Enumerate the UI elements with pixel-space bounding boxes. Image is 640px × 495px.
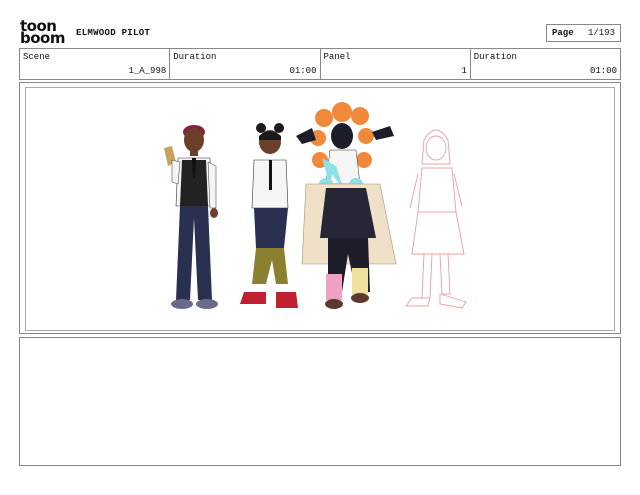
character-2 (240, 123, 298, 308)
scene-cell: Scene 1_A_998 (20, 49, 171, 79)
page-label: Page (552, 28, 574, 38)
panel-label: Panel (323, 52, 351, 62)
scene-label: Scene (23, 52, 51, 62)
panel-duration-value: 01:00 (589, 66, 617, 76)
panel-image-area (25, 87, 615, 331)
panel-duration-cell: Duration 01:00 (471, 49, 620, 79)
panel-notes-area (19, 337, 621, 466)
page-number: 1/193 (587, 28, 615, 38)
character-4-sketch (405, 129, 467, 309)
storyboard-panel (19, 82, 621, 334)
character-3 (296, 102, 397, 309)
logo-line-2: boom (20, 29, 65, 47)
panel-info-table: Scene 1_A_998 Duration 01:00 Panel 1 Dur… (19, 48, 621, 80)
character-lineup-drawing (164, 102, 467, 309)
panel-duration-label: Duration (473, 52, 517, 62)
scene-value: 1_A_998 (128, 66, 167, 76)
panel-cell: Panel 1 (321, 49, 471, 79)
duration-label: Duration (173, 52, 217, 62)
character-1 (164, 125, 218, 309)
toon-boom-logo: toon boom (20, 19, 68, 47)
page-indicator: Page 1/193 (546, 24, 621, 42)
duration-value: 01:00 (289, 66, 317, 76)
project-title: ELMWOOD PILOT (76, 28, 151, 38)
duration-cell: Duration 01:00 (170, 49, 321, 79)
panel-value: 1 (461, 66, 467, 76)
